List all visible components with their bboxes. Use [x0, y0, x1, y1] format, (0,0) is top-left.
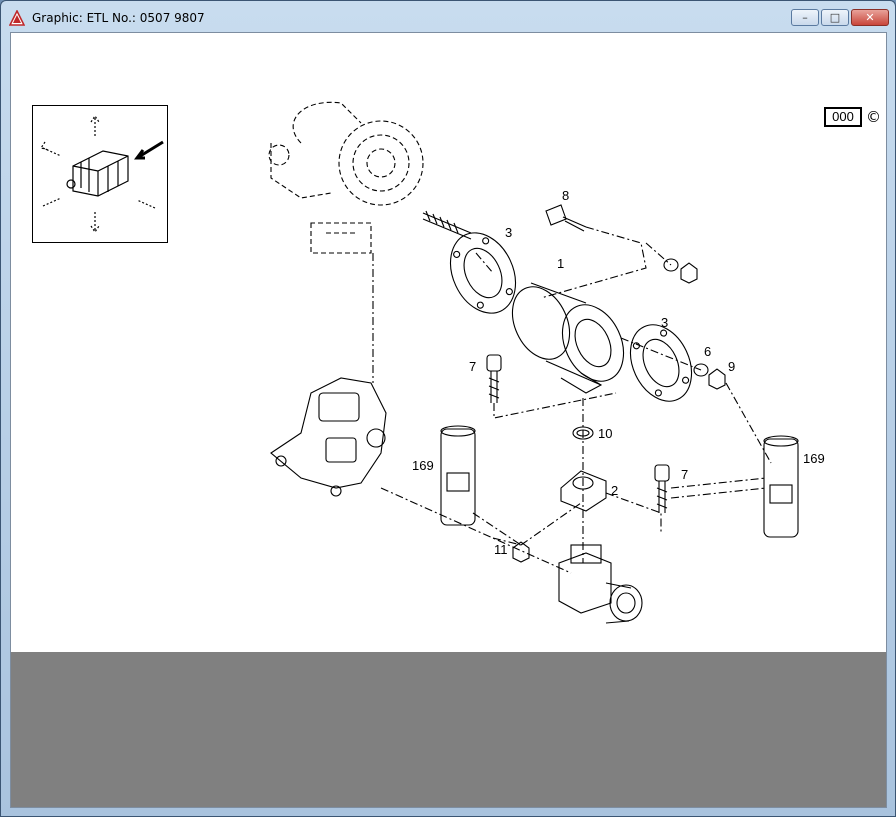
- callout-7-left: 7: [469, 359, 476, 374]
- maximize-icon: □: [829, 11, 841, 24]
- empty-area: [11, 652, 886, 807]
- callout-169-right: 169: [803, 451, 825, 466]
- sealant-can-right: [763, 435, 799, 538]
- exhaust-pipe: [511, 282, 625, 394]
- callout-3-left: 3: [505, 225, 512, 240]
- callout-3-right: 3: [661, 315, 668, 330]
- minimize-icon: –: [802, 11, 808, 24]
- title-bar[interactable]: Graphic: ETL No.: 0507 9807 – □ ✕: [1, 1, 895, 33]
- orientation-graphic: [40, 114, 164, 234]
- graphic-viewport[interactable]: 000 © 3 1 8 3 6 9 7 10 169 169 7 2 11: [10, 32, 887, 808]
- callout-11: 11: [494, 542, 508, 557]
- maximize-button[interactable]: □: [821, 9, 849, 26]
- turbocharger-outline: [268, 101, 424, 254]
- exploded-parts-drawing: 3 1 8 3 6 9 7 10 169 169 7 2 11: [268, 101, 825, 624]
- minimize-button[interactable]: –: [791, 9, 819, 26]
- graphic-window: Graphic: ETL No.: 0507 9807 – □ ✕ 000 © …: [0, 0, 896, 817]
- gasket-left: [449, 232, 517, 314]
- callout-8: 8: [562, 188, 569, 203]
- orientation-thumbnail[interactable]: [32, 105, 168, 243]
- leader-lines: [372, 226, 772, 574]
- callout-1: 1: [557, 256, 564, 271]
- callout-10: 10: [598, 426, 612, 441]
- close-button[interactable]: ✕: [851, 9, 889, 26]
- callout-169-left: 169: [412, 458, 434, 473]
- callout-7-right: 7: [681, 467, 688, 482]
- callout-9: 9: [728, 359, 735, 374]
- exhaust-manifold: [270, 377, 387, 497]
- callout-2: 2: [611, 483, 618, 498]
- callout-6: 6: [704, 344, 711, 359]
- sealant-can-left: [440, 425, 476, 526]
- drawing-canvas[interactable]: 000 © 3 1 8 3 6 9 7 10 169 169 7 2 11: [11, 33, 886, 652]
- app-warning-icon: [9, 10, 25, 26]
- valve-assembly: [558, 544, 643, 624]
- copyright-symbol: ©: [866, 108, 881, 126]
- close-icon: ✕: [865, 11, 875, 24]
- window-title: Graphic: ETL No.: 0507 9807: [32, 11, 205, 25]
